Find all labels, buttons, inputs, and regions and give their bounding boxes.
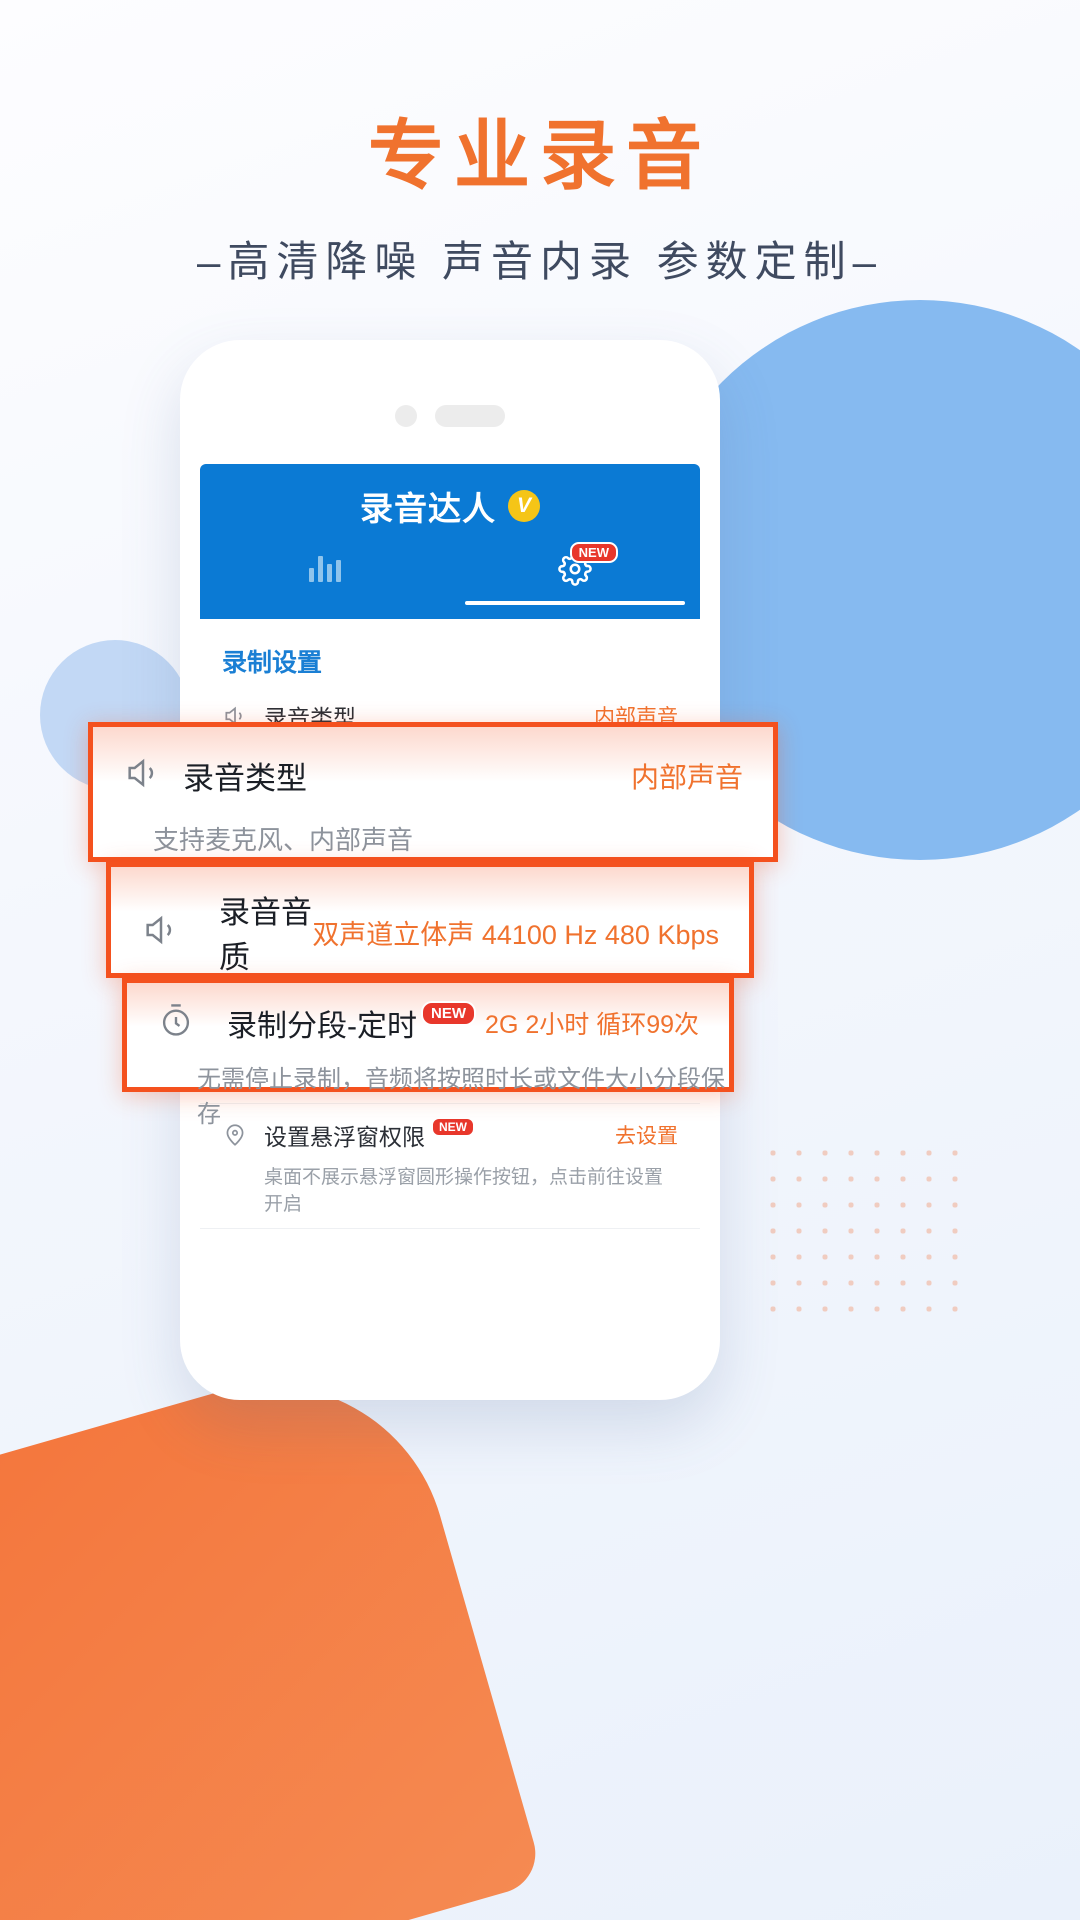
equalizer-icon [309,552,341,582]
callout-label-text: 录制分段-定时 [227,1010,417,1043]
callout-header: 录制分段-定时 NEW 2G 2小时 循环99次 [127,1000,729,1045]
tab-active-indicator [465,601,685,605]
section-title-recording-settings: 录制设置 [222,649,323,677]
tab-bar: NEW [200,542,700,605]
callout-header: 录音音质 双声道立体声 44100 Hz 480 Kbps [111,887,749,977]
callout-value: 2G 2小时 循环99次 [485,1011,699,1039]
promo-header: 专业录音 –高清降噪 声音内录 参数定制– [0,118,1080,289]
callout-card-segment-timer[interactable]: 录制分段-定时 NEW 2G 2小时 循环99次 无需停止录制，音频将按照时长或文… [122,978,734,1128]
callout-card-recording-quality[interactable]: 录音音质 双声道立体声 44100 Hz 480 Kbps 支持自定义录音：声道… [106,862,754,1028]
callout-description: 支持麦克风、内部声音 [153,825,414,855]
callout-label: 录音音质 [219,895,312,975]
speaker-icon [123,753,183,798]
callout-value: 内部声音 [630,761,743,793]
app-title-row: 录音达人 V [200,482,700,530]
gear-icon: NEW [558,542,618,591]
callout-label: 录音类型 [183,761,307,796]
callout-description: 无需停止录制，音频将按照时长或文件大小分段保存 [197,1066,725,1128]
decorative-dot-grid [760,1140,960,1330]
timer-icon [157,1002,227,1045]
camera-dot-icon [395,405,417,427]
tab-settings[interactable]: NEW [450,542,700,605]
phone-speaker-group [395,405,505,427]
callout-header: 录音类型 内部声音 [93,753,773,798]
app-header: 录音达人 V NEW [200,464,700,619]
verified-badge-icon: V [508,490,540,522]
page-title: 专业录音 [368,111,712,200]
callout-label: 录制分段-定时 NEW [227,1000,476,1045]
speaker-icon [141,910,219,955]
callout-new-badge: NEW [421,1000,476,1026]
app-title: 录音达人 [360,490,496,527]
row-description: 桌面不展示悬浮窗圆形操作按钮，点击前往设置开启 [264,1167,664,1215]
callout-card-recording-type[interactable]: 录音类型 内部声音 支持麦克风、内部声音 [88,722,778,862]
earpiece-bar [435,405,505,427]
tab-new-badge: NEW [569,542,618,563]
tab-equalizer[interactable] [200,552,450,605]
callout-value: 双声道立体声 44100 Hz 480 Kbps [312,919,719,950]
page-subtitle: –高清降噪 声音内录 参数定制– [196,238,884,285]
